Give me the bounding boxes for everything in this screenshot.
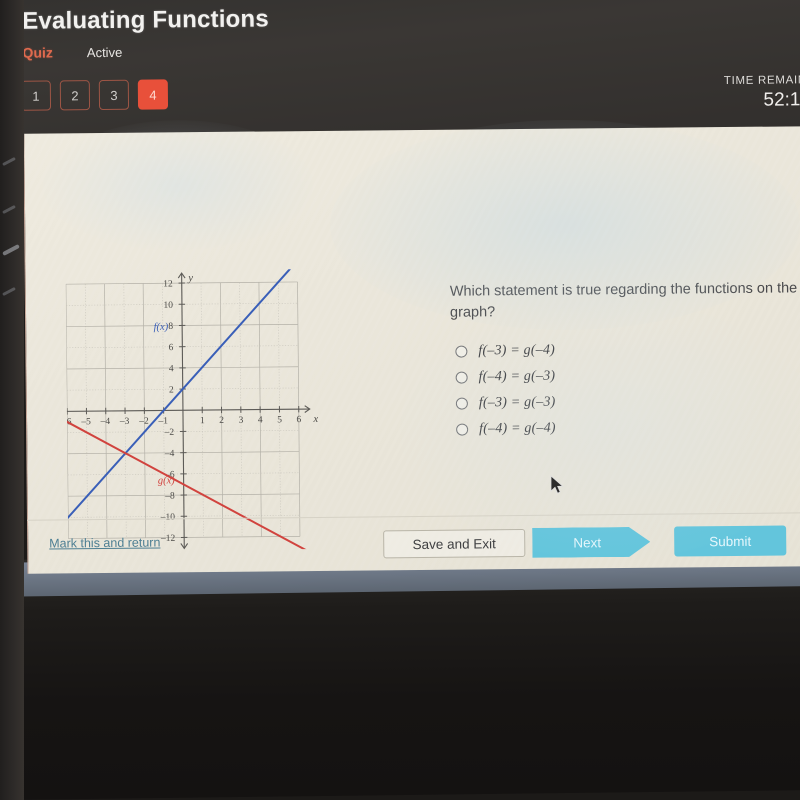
mouse-cursor-icon (550, 475, 564, 494)
answer-option-4[interactable]: f(–4) = g(–4) (451, 414, 800, 441)
svg-text:1: 1 (200, 416, 205, 426)
svg-text:8: 8 (168, 322, 173, 332)
graph-axes (65, 272, 311, 550)
mark-this-and-return-link[interactable]: Mark this and return (49, 535, 160, 550)
timer: TIME REMAINI 52:14 (724, 74, 800, 112)
question-number-tabs: 1 2 3 4 (20, 79, 169, 111)
quiz-footer: Mark this and return Save and Exit Next … (26, 512, 800, 574)
question-tab-2[interactable]: 2 (59, 80, 91, 111)
app-header: Evaluating Functions Quiz Active 1 2 3 4… (0, 0, 800, 134)
svg-text:5: 5 (277, 415, 282, 425)
svg-text:–8: –8 (164, 491, 175, 501)
quiz-status-row: Quiz Active (22, 44, 123, 61)
svg-text:–5: –5 (80, 417, 91, 427)
timer-label: TIME REMAINI (723, 74, 800, 88)
answer-option-3-label: f(–3) = g(–3) (478, 394, 556, 411)
question-tab-3[interactable]: 3 (98, 79, 130, 111)
svg-text:–2: –2 (164, 428, 175, 438)
svg-text:10: 10 (163, 301, 173, 311)
quiz-status-label: Active (86, 44, 123, 61)
svg-text:6: 6 (169, 343, 174, 353)
svg-text:2: 2 (219, 416, 224, 426)
svg-text:2: 2 (169, 385, 174, 395)
answer-option-2[interactable]: f(–4) = g(–3) (451, 362, 800, 389)
photograph-of-monitor: Evaluating Functions Quiz Active 1 2 3 4… (0, 0, 800, 800)
question-text: Which statement is true regarding the fu… (449, 280, 798, 321)
answer-option-1-label: f(–3) = g(–4) (478, 342, 556, 359)
svg-text:–2: –2 (138, 417, 149, 427)
answer-option-4-label: f(–4) = g(–4) (479, 420, 556, 437)
next-button[interactable]: Next (532, 527, 650, 558)
radio-button-icon[interactable] (455, 371, 468, 384)
graph-series-label: g(x) (158, 475, 176, 486)
svg-text:–4: –4 (164, 449, 175, 459)
graph-svg: –6–5–4–3–2–1123456–12–10–8–6–4–224681012… (65, 268, 319, 552)
svg-text:–4: –4 (100, 417, 111, 427)
save-and-exit-button[interactable]: Save and Exit (383, 528, 526, 559)
radio-button-icon[interactable] (455, 397, 468, 410)
question-tab-4[interactable]: 4 (137, 79, 169, 110)
answer-option-2-label: f(–4) = g(–3) (478, 368, 556, 385)
answer-option-3[interactable]: f(–3) = g(–3) (451, 388, 800, 415)
svg-text:–3: –3 (119, 417, 130, 427)
radio-button-icon[interactable] (456, 423, 469, 436)
function-graph: –6–5–4–3–2–1123456–12–10–8–6–4–224681012… (65, 268, 329, 552)
question-block: Which statement is true regarding the fu… (450, 278, 800, 444)
timer-value: 52:14 (763, 89, 800, 111)
question-panel: –6–5–4–3–2–1123456–12–10–8–6–4–224681012… (23, 119, 800, 574)
svg-text:3: 3 (239, 416, 244, 426)
svg-text:y: y (187, 273, 193, 284)
monitor-bezel-left (0, 0, 24, 800)
svg-text:12: 12 (163, 279, 173, 289)
svg-text:4: 4 (169, 364, 174, 374)
answer-options: f(–3) = g(–4) f(–4) = g(–3) f(–3) = g(–3… (450, 336, 800, 441)
graph-series-label: f(x) (154, 322, 169, 333)
svg-text:–1: –1 (157, 416, 168, 426)
screen-content: Evaluating Functions Quiz Active 1 2 3 4… (0, 0, 800, 585)
answer-option-1[interactable]: f(–3) = g(–4) (450, 336, 800, 363)
svg-text:4: 4 (258, 415, 263, 425)
submit-button[interactable]: Submit (674, 525, 787, 557)
svg-text:x: x (312, 414, 318, 425)
graph-tick-labels: –6–5–4–3–2–1123456–12–10–8–6–4–224681012… (66, 273, 319, 544)
quiz-category-label: Quiz (22, 44, 53, 61)
question-tab-1[interactable]: 1 (20, 80, 52, 111)
radio-button-icon[interactable] (455, 345, 468, 358)
screen-glare (42, 119, 314, 252)
page-title: Evaluating Functions (22, 5, 270, 35)
graph-line-1 (65, 268, 291, 532)
svg-text:6: 6 (296, 415, 301, 425)
